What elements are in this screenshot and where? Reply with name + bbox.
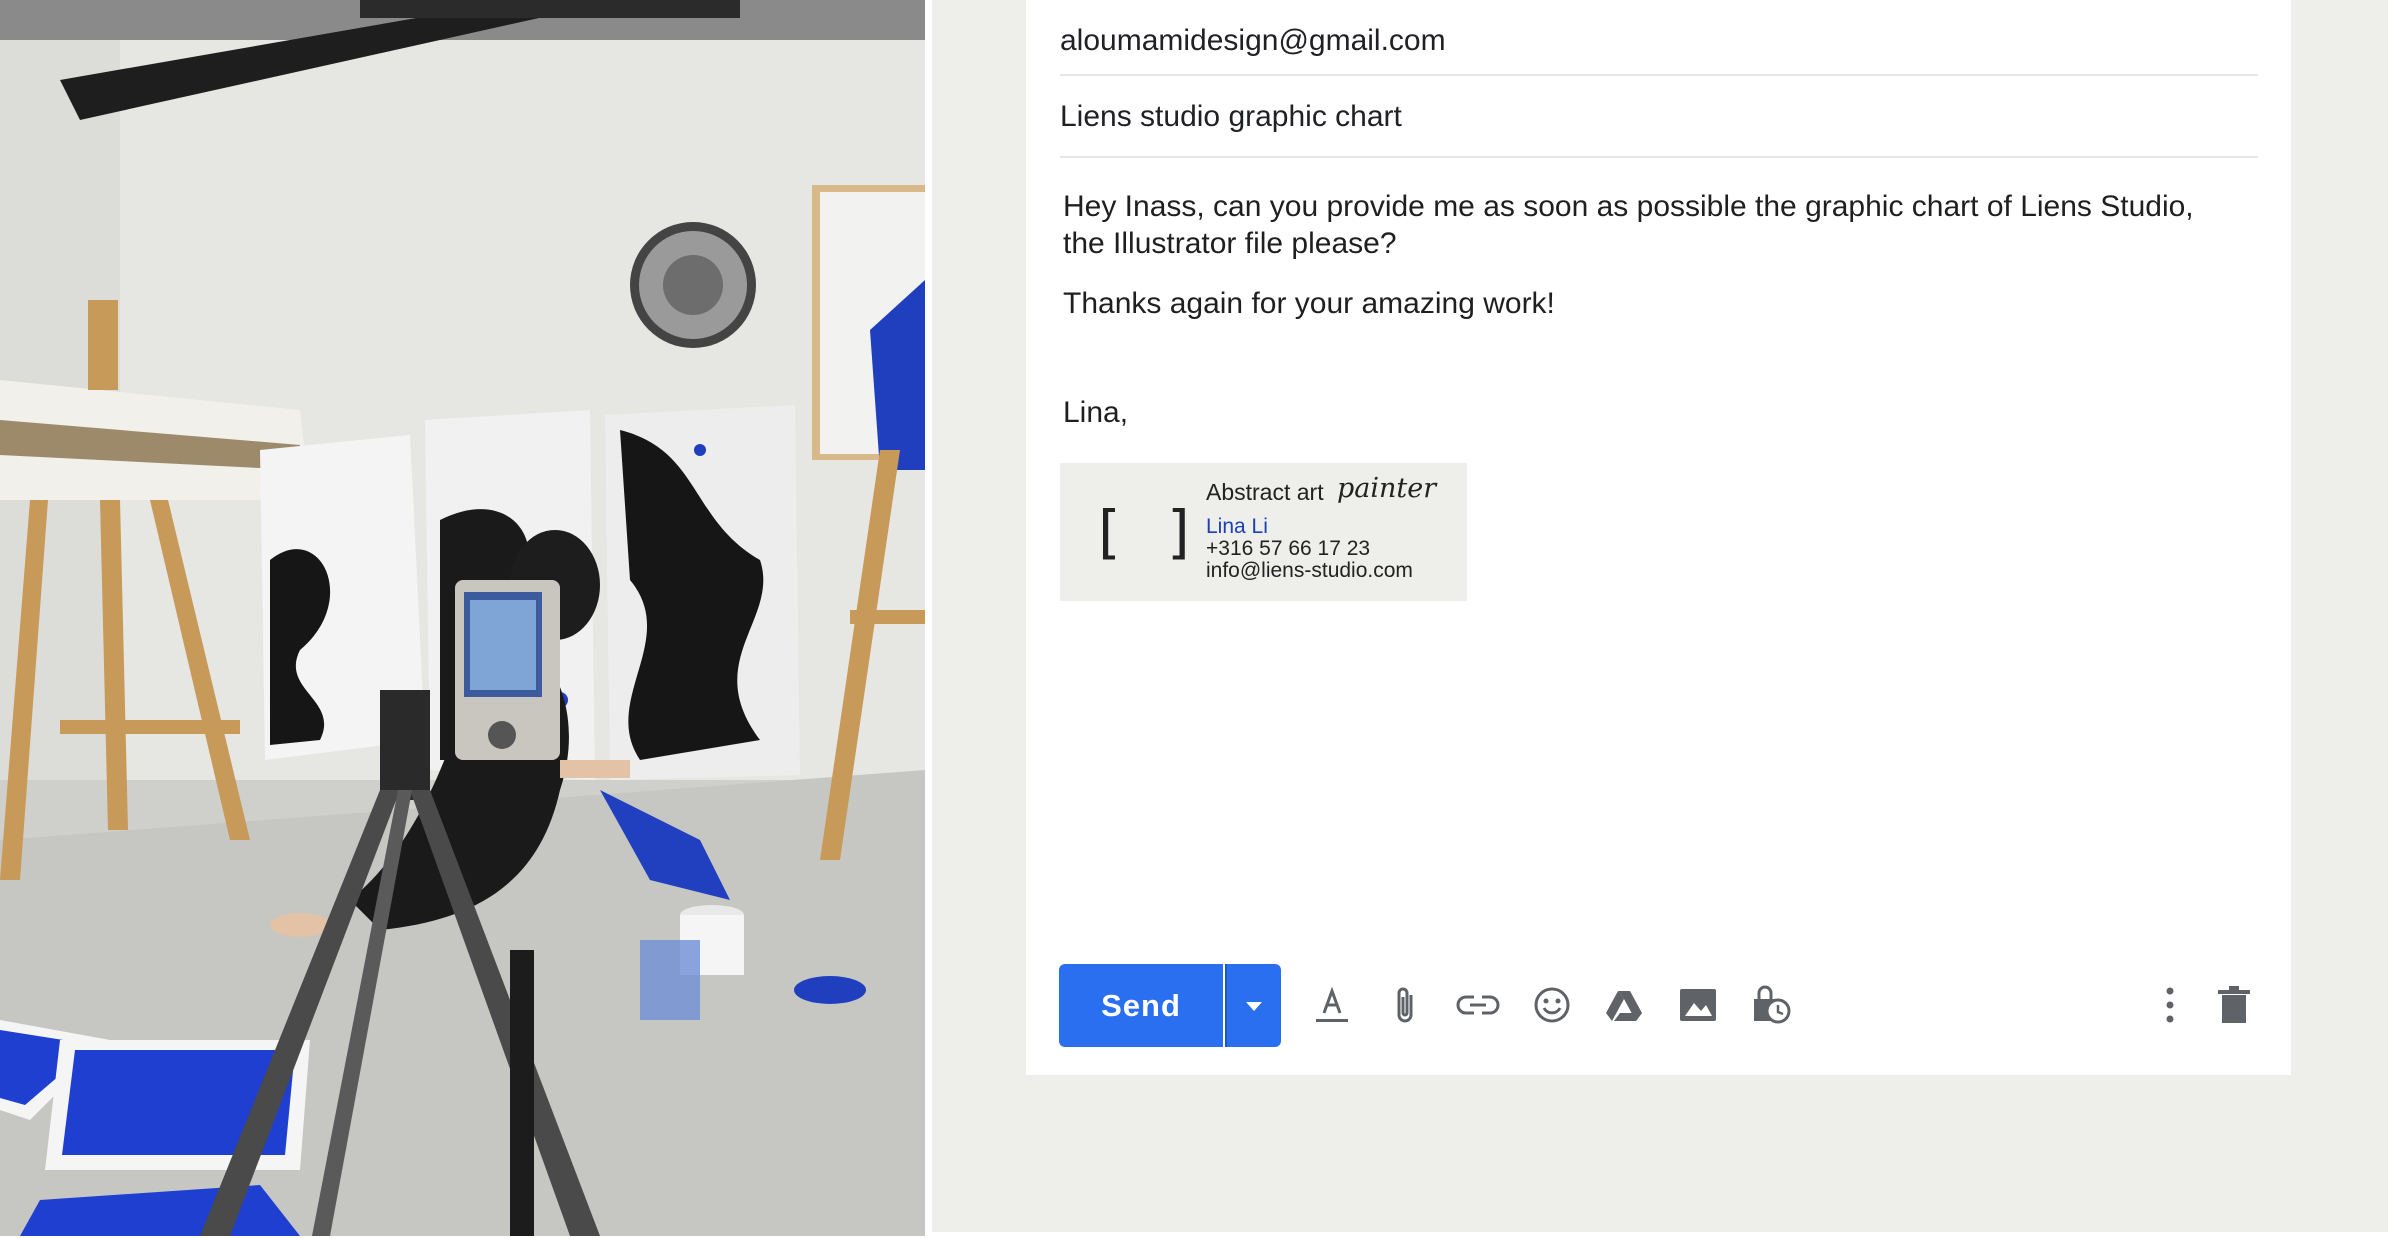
signature-logo: [ ] <box>1098 498 1204 566</box>
delete-icon[interactable] <box>2208 979 2260 1031</box>
attach-icon[interactable] <box>1380 979 1432 1031</box>
studio-photo <box>0 0 925 1236</box>
send-options-button[interactable] <box>1225 964 1281 1047</box>
message-body[interactable]: Hey Inass, can you provide me as soon as… <box>1063 188 2243 262</box>
to-field[interactable]: aloumamidesign@gmail.com <box>1060 0 2258 76</box>
format-text-icon[interactable] <box>1306 979 1358 1031</box>
signature-tagline: Abstract art <box>1206 479 1324 505</box>
link-icon[interactable] <box>1452 979 1504 1031</box>
chevron-down-icon <box>1246 1001 1262 1011</box>
photo-icon[interactable] <box>1672 979 1724 1031</box>
more-options-icon[interactable] <box>2144 979 2196 1031</box>
body-line: the Illustrator file please? <box>1063 227 1397 260</box>
send-button[interactable]: Send <box>1059 964 1223 1047</box>
subject-field[interactable]: Liens studio graphic chart <box>1060 76 2258 158</box>
body-thanks: Thanks again for your amazing work! <box>1063 287 1555 320</box>
drive-icon[interactable] <box>1598 979 1650 1031</box>
body-line: Hey Inass, can you provide me as soon as… <box>1063 190 2194 223</box>
emoji-icon[interactable] <box>1526 979 1578 1031</box>
schedule-icon[interactable] <box>1744 979 1796 1031</box>
signature-phone: +316 57 66 17 23 <box>1206 537 1371 560</box>
signature-script: painter <box>1337 473 1437 504</box>
signature-email[interactable]: info@liens-studio.com <box>1206 559 1413 583</box>
body-closing: Lina, <box>1063 396 1129 429</box>
signature-name[interactable]: Lina Li <box>1206 515 1268 539</box>
email-signature: [ ] Abstract art painter Lina Li +316 57… <box>1060 463 1467 601</box>
